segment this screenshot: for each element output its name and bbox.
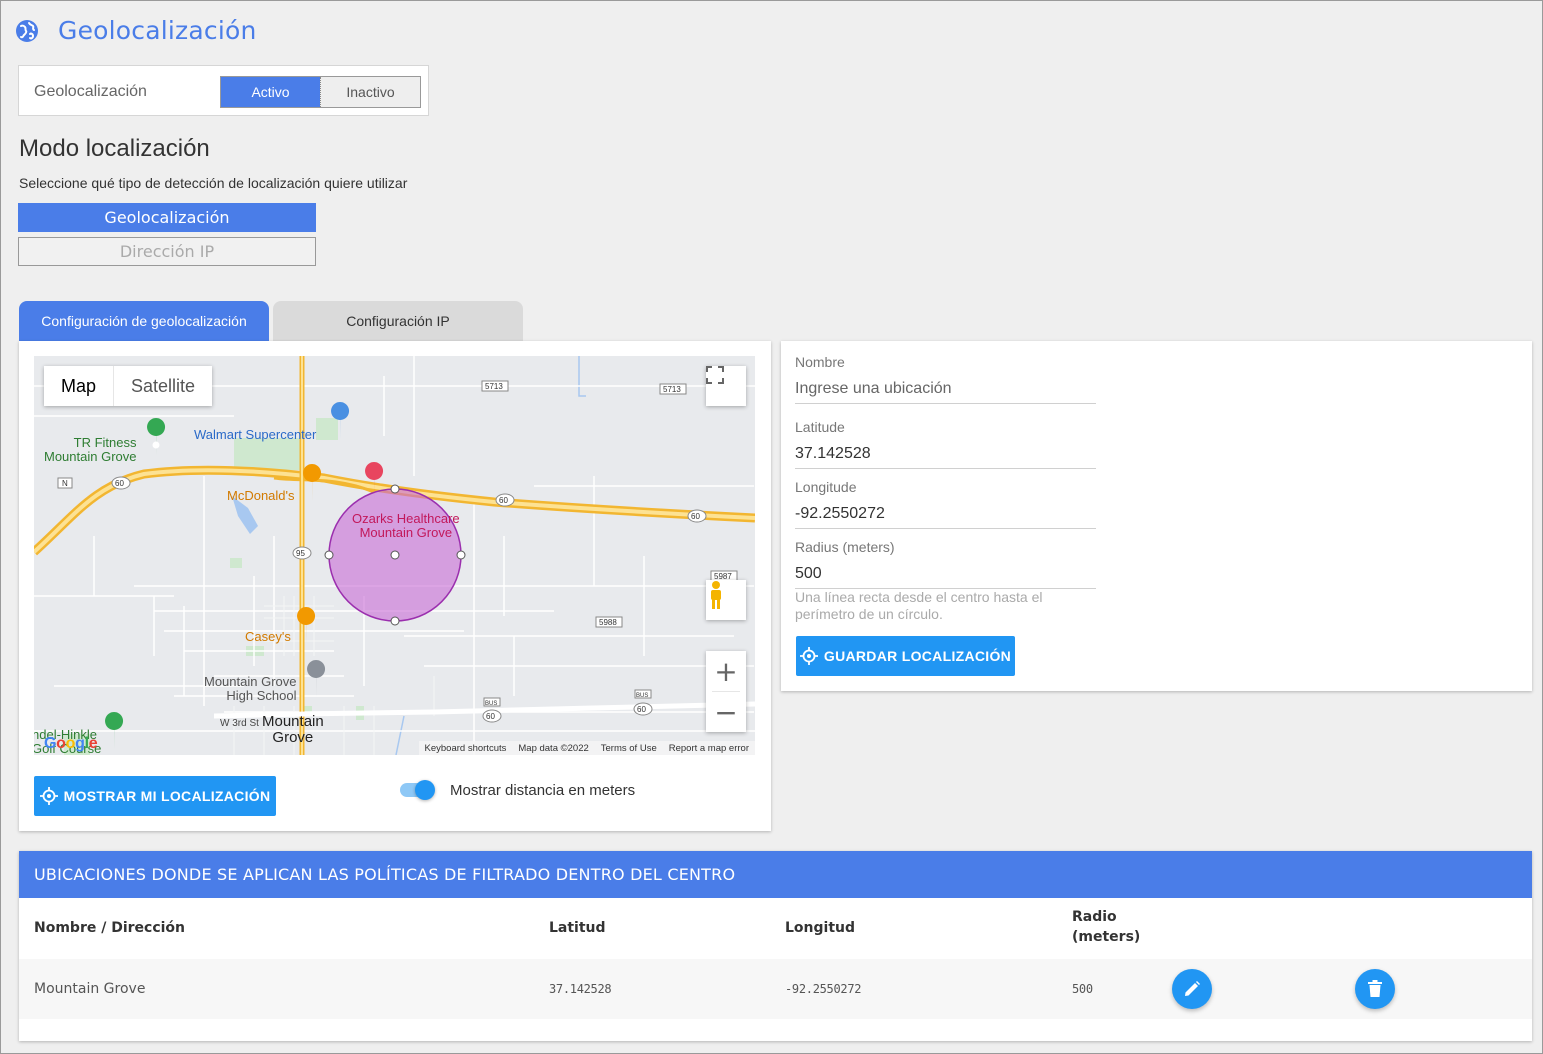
terms-of-use-link[interactable]: Terms of Use — [601, 743, 657, 754]
location-form-panel: Nombre Latitude Longitude Radius (meters… — [781, 341, 1532, 691]
column-header-latitude: Latitud — [549, 920, 606, 936]
fullscreen-icon — [706, 366, 724, 384]
google-logo: Google — [44, 735, 98, 752]
crosshair-icon — [799, 647, 818, 665]
map-type-control: Map Satellite — [44, 366, 212, 406]
mode-subtitle: Seleccione qué tipo de detección de loca… — [19, 175, 408, 191]
save-location-button[interactable]: GUARDAR LOCALIZACIÓN — [796, 636, 1015, 676]
map-footer: Keyboard shortcuts Map data ©2022 Terms … — [418, 741, 755, 755]
geolocation-status-card: Geolocalización Activo Inactivo — [18, 65, 429, 116]
road-shield: 60 — [499, 496, 508, 505]
tab-geolocation-config[interactable]: Configuración de geolocalización — [19, 301, 269, 341]
mode-title: Modo localización — [19, 135, 210, 162]
mode-geolocation-button[interactable]: Geolocalización — [18, 203, 316, 232]
map-panel: 5713 5713 N 60 60 60 95 5988 5987 BUS 60… — [19, 341, 771, 831]
distance-toggle-label: Mostrar distancia en meters — [450, 782, 636, 799]
map-data-attribution: Map data ©2022 — [518, 742, 589, 754]
inactive-button[interactable]: Inactivo — [320, 77, 420, 107]
road-shield: BUS — [636, 693, 648, 699]
column-header-radius: Radio (meters) — [1072, 909, 1141, 945]
cell-name: Mountain Grove — [34, 981, 146, 997]
cell-longitude: -92.2550272 — [785, 982, 862, 996]
road-shield: 60 — [115, 479, 124, 488]
road-shield: N — [62, 479, 68, 488]
road-shield: 60 — [486, 712, 495, 721]
show-my-location-button[interactable]: MOSTRAR MI LOCALIZACIÓN — [34, 776, 276, 816]
name-input[interactable] — [795, 374, 1096, 404]
map-type-satellite-button[interactable]: Satellite — [114, 366, 212, 406]
name-label: Nombre — [795, 354, 845, 370]
road-shield: 95 — [296, 549, 305, 558]
keyboard-shortcuts-link[interactable]: Keyboard shortcuts — [425, 743, 507, 754]
trash-icon — [1368, 980, 1382, 997]
road-shield: BUS — [485, 701, 497, 707]
zoom-out-button[interactable]: − — [706, 692, 746, 732]
latitude-input[interactable] — [795, 439, 1096, 469]
table-title: UBICACIONES DONDE SE APLICAN LAS POLÍTIC… — [19, 851, 1532, 898]
status-label: Geolocalización — [34, 83, 147, 100]
fullscreen-button[interactable] — [706, 366, 746, 406]
mode-ip-button[interactable]: Dirección IP — [18, 237, 316, 266]
street-view-pegman-button[interactable] — [706, 580, 746, 620]
report-map-error-link[interactable]: Report a map error — [669, 743, 749, 754]
distance-toggle-knob[interactable] — [415, 780, 435, 800]
column-header-longitude: Longitud — [785, 920, 856, 936]
column-header-name: Nombre / Dirección — [34, 920, 186, 936]
longitude-input[interactable] — [795, 499, 1096, 529]
map-type-map-button[interactable]: Map — [44, 366, 114, 406]
globe-icon — [15, 19, 39, 43]
active-button[interactable]: Activo — [221, 77, 320, 107]
map-label-walmart: Walmart Supercenter — [194, 427, 317, 442]
road-shield: 60 — [691, 512, 700, 521]
radius-label: Radius (meters) — [795, 539, 895, 555]
road-shield: 5713 — [485, 382, 503, 391]
map-label-town: Mountain Grove — [262, 713, 324, 746]
radius-help-text: Una línea recta desde el centro hasta el… — [795, 589, 1043, 622]
map-label-tr-fitness: TR Fitness Mountain Grove — [44, 435, 137, 464]
save-location-label: GUARDAR LOCALIZACIÓN — [823, 648, 1012, 664]
map-label-mcdonalds: McDonald's — [227, 488, 295, 503]
status-toggle: Activo Inactivo — [220, 76, 421, 108]
cell-latitude: 37.142528 — [549, 982, 612, 996]
tab-ip-config[interactable]: Configuración IP — [273, 301, 523, 341]
locations-table: UBICACIONES DONDE SE APLICAN LAS POLÍTIC… — [19, 851, 1532, 1041]
page-title: Geolocalización — [58, 16, 257, 45]
map[interactable]: 5713 5713 N 60 60 60 95 5988 5987 BUS 60… — [34, 356, 755, 755]
cell-radius: 500 — [1072, 982, 1093, 996]
crosshair-icon — [39, 787, 58, 805]
delete-button[interactable] — [1355, 969, 1395, 1009]
pencil-icon — [1185, 981, 1200, 996]
road-shield: 5713 — [663, 385, 681, 394]
map-label-w3rd: W 3rd St — [220, 718, 259, 729]
map-canvas: 5713 5713 N 60 60 60 95 5988 5987 BUS 60… — [34, 356, 755, 755]
edit-button[interactable] — [1172, 969, 1212, 1009]
zoom-control: + − — [706, 651, 746, 732]
map-label-caseys: Casey's — [245, 629, 291, 644]
map-label-high-school: Mountain Grove High School — [204, 674, 297, 703]
latitude-label: Latitude — [795, 419, 845, 435]
show-my-location-label: MOSTRAR MI LOCALIZACIÓN — [63, 788, 271, 804]
map-label-ozarks: Ozarks Healthcare Mountain Grove — [352, 511, 460, 540]
longitude-label: Longitude — [795, 479, 857, 495]
table-row: Mountain Grove 37.142528 -92.2550272 500 — [19, 959, 1532, 1019]
road-shield: 60 — [637, 705, 646, 714]
radius-input[interactable] — [795, 559, 1096, 589]
road-shield: 5988 — [599, 618, 617, 627]
zoom-in-button[interactable]: + — [706, 651, 746, 691]
pegman-icon — [711, 581, 721, 609]
